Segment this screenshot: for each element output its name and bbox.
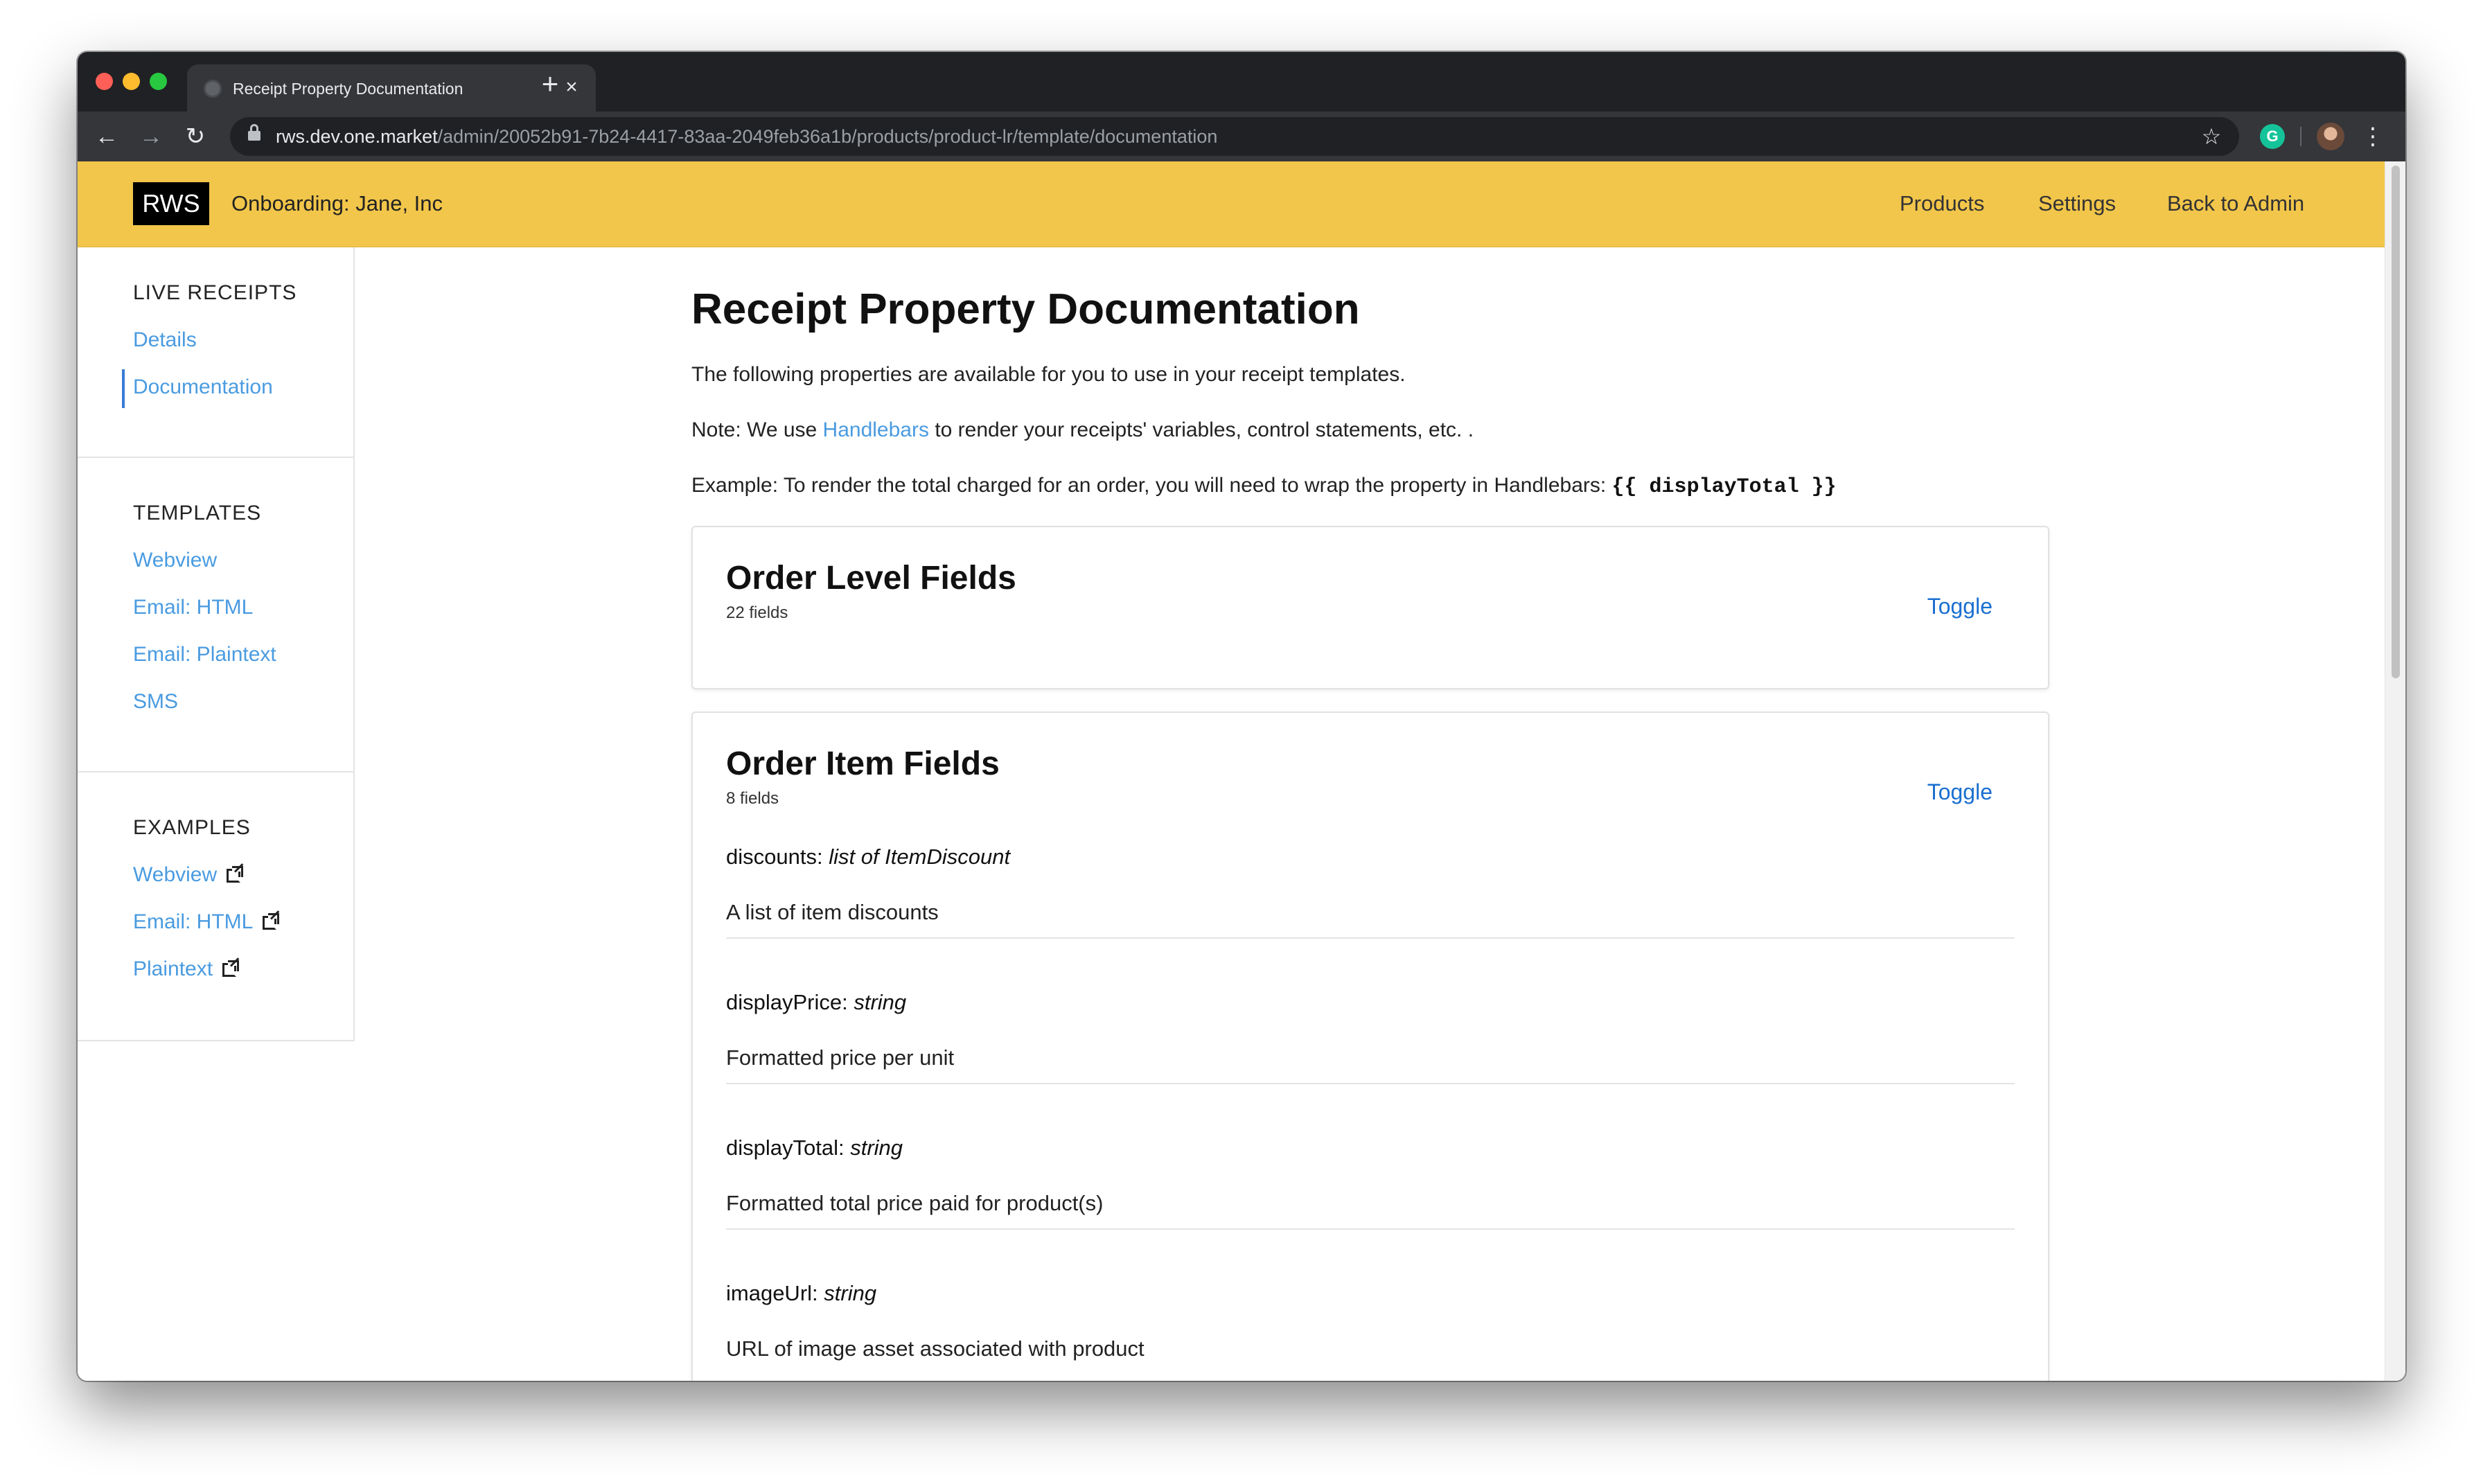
bookmark-star-icon[interactable]: ☆ [2196, 121, 2227, 152]
new-tab-button[interactable]: + [535, 69, 565, 100]
sidebar-heading-examples: EXAMPLES [133, 816, 251, 839]
globe-icon [204, 80, 222, 98]
close-window-button[interactable] [96, 73, 113, 90]
example-text: Example: To render the total charged for… [691, 474, 1837, 499]
sidebar-item-sms-template[interactable]: SMS [133, 688, 178, 716]
field-name: displayTotal: string [726, 1136, 903, 1160]
field-divider [726, 1228, 2015, 1230]
app-header: RWS Onboarding: Jane, Inc Products Setti… [78, 161, 2385, 247]
order-level-fields-card: Order Level Fields 22 fields Toggle [691, 526, 2049, 689]
sidebar-heading-templates: TEMPLATES [133, 502, 262, 524]
nav-products[interactable]: Products [1900, 189, 1984, 218]
grammarly-extension-icon[interactable]: G [2260, 124, 2285, 149]
sidebar-item-webview-template[interactable]: Webview [133, 547, 217, 574]
field-description: Formatted total price paid for product(s… [726, 1191, 1104, 1215]
handlebars-link[interactable]: Handlebars [823, 418, 929, 441]
sidebar: LIVE RECEIPTS Details Documentation TEMP… [78, 247, 355, 1041]
card-title: Order Level Fields [726, 560, 1016, 597]
sidebar-divider [78, 457, 353, 458]
reload-icon[interactable]: ↻ [180, 121, 211, 152]
org-title: Onboarding: Jane, Inc [231, 191, 443, 215]
external-link-icon [263, 913, 280, 930]
sidebar-heading-live-receipts: LIVE RECEIPTS [133, 281, 297, 304]
card-title: Order Item Fields [726, 745, 1000, 782]
field-type: string [854, 990, 907, 1014]
intro-text: The following properties are available f… [691, 363, 1406, 386]
browser-window: Receipt Property Documentation × + ← → ↻… [78, 52, 2405, 1381]
order-item-fields-card: Order Item Fields 8 fields Toggle discou… [691, 712, 2049, 1381]
page-viewport: RWS Onboarding: Jane, Inc Products Setti… [78, 161, 2405, 1381]
page-title: Receipt Property Documentation [691, 285, 1360, 333]
field-count: 22 fields [726, 603, 788, 622]
url-text: rws.dev.one.market/admin/20052b91-7b24-4… [276, 126, 1218, 147]
tab-title: Receipt Property Documentation [233, 80, 463, 98]
sidebar-item-label: Email: HTML [133, 910, 254, 933]
rws-logo[interactable]: RWS [133, 182, 209, 225]
minimize-window-button[interactable] [123, 73, 140, 90]
field-description: Formatted price per unit [726, 1045, 955, 1070]
sidebar-item-email-html-template[interactable]: Email: HTML [133, 594, 253, 621]
page-scrollbar[interactable] [2385, 161, 2405, 1381]
sidebar-item-webview-example[interactable]: Webview [133, 861, 244, 889]
field-count: 8 fields [726, 789, 779, 808]
sidebar-item-plaintext-example[interactable]: Plaintext [133, 955, 240, 983]
sidebar-item-documentation[interactable]: Documentation [122, 369, 273, 408]
nav-back-to-admin[interactable]: Back to Admin [2167, 189, 2304, 218]
field-name: imageUrl: string [726, 1281, 877, 1305]
sidebar-item-email-html-example[interactable]: Email: HTML [133, 908, 280, 936]
more-menu-icon[interactable]: ⋮ [2361, 121, 2385, 152]
back-arrow-icon[interactable]: ← [91, 121, 122, 152]
field-type: string [850, 1136, 903, 1160]
field-divider [726, 937, 2015, 939]
nav-settings[interactable]: Settings [2038, 189, 2116, 218]
browser-toolbar: ← → ↻ rws.dev.one.market/admin/20052b91-… [78, 112, 2405, 161]
scrollbar-thumb[interactable] [2392, 166, 2400, 678]
toggle-order-level-fields[interactable]: Toggle [1927, 592, 1992, 620]
profile-avatar[interactable] [2317, 123, 2344, 150]
external-link-icon [227, 866, 244, 883]
field-name: discounts: list of ItemDiscount [726, 845, 1011, 869]
sidebar-item-label: Plaintext [133, 957, 213, 980]
maximize-window-button[interactable] [150, 73, 167, 90]
sidebar-item-details[interactable]: Details [133, 326, 197, 354]
tab-strip: Receipt Property Documentation × + [78, 52, 2405, 112]
sidebar-item-label: Webview [133, 863, 218, 886]
address-bar[interactable]: rws.dev.one.market/admin/20052b91-7b24-4… [230, 117, 2239, 156]
sidebar-divider [78, 771, 353, 772]
field-description: A list of item discounts [726, 900, 939, 924]
note-text: Note: We use Handlebars to render your r… [691, 418, 1474, 441]
field-divider [726, 1083, 2015, 1084]
toggle-order-item-fields[interactable]: Toggle [1927, 778, 1992, 806]
field-type: string [824, 1281, 877, 1305]
field-type: list of ItemDiscount [829, 845, 1011, 869]
external-link-icon [222, 960, 240, 977]
lock-icon [248, 124, 260, 142]
field-description: URL of image asset associated with produ… [726, 1336, 1145, 1361]
sidebar-item-email-plaintext-template[interactable]: Email: Plaintext [133, 641, 276, 669]
example-code: {{ displayTotal }} [1611, 475, 1837, 499]
field-name: displayPrice: string [726, 990, 907, 1014]
toolbar-divider [2300, 127, 2301, 146]
forward-arrow-icon[interactable]: → [136, 121, 166, 152]
